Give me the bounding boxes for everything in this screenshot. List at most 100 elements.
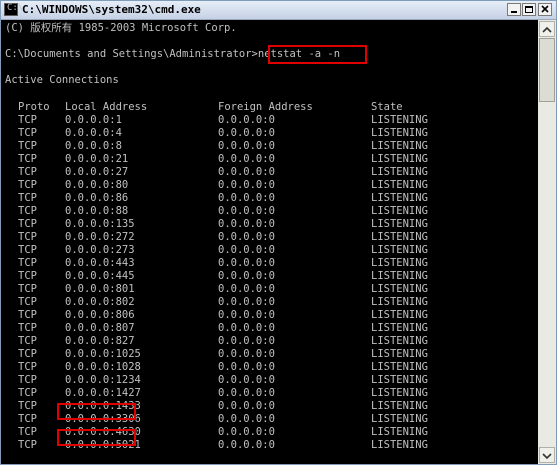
header-foreign-address: Foreign Address <box>218 101 313 113</box>
row-local-address: 0.0.0.0:8 <box>65 140 122 152</box>
row-local-address: 0.0.0.0:1234 <box>65 374 141 386</box>
row-proto: TCP <box>18 153 37 165</box>
row-foreign-address: 0.0.0.0:0 <box>218 231 275 243</box>
row-foreign-address: 0.0.0.0:0 <box>218 257 275 269</box>
row-proto: TCP <box>18 205 37 217</box>
row-local-address: 0.0.0.0:21 <box>65 153 129 165</box>
section-title: Active Connections <box>5 74 119 86</box>
header-state: State <box>371 101 403 113</box>
row-proto: TCP <box>18 244 37 256</box>
row-proto: TCP <box>18 179 37 191</box>
row-state: LISTENING <box>371 374 428 386</box>
row-local-address: 0.0.0.0:135 <box>65 218 135 230</box>
row-foreign-address: 0.0.0.0:0 <box>218 244 275 256</box>
minimize-button[interactable] <box>507 3 521 16</box>
row-foreign-address: 0.0.0.0:0 <box>218 127 275 139</box>
row-local-address: 0.0.0.0:1028 <box>65 361 141 373</box>
row-foreign-address: 0.0.0.0:0 <box>218 283 275 295</box>
row-foreign-address: 0.0.0.0:0 <box>218 361 275 373</box>
row-foreign-address: 0.0.0.0:0 <box>218 335 275 347</box>
row-foreign-address: 0.0.0.0:0 <box>218 296 275 308</box>
row-local-address: 0.0.0.0:806 <box>65 309 135 321</box>
row-local-address: 0.0.0.0:4 <box>65 127 122 139</box>
vertical-scrollbar[interactable] <box>538 20 556 464</box>
scroll-thumb[interactable] <box>539 38 555 102</box>
close-button[interactable] <box>538 3 552 16</box>
row-local-address: 0.0.0.0:807 <box>65 322 135 334</box>
row-foreign-address: 0.0.0.0:0 <box>218 400 275 412</box>
prompt-path: C:\Documents and Settings\Administrator> <box>5 48 258 60</box>
row-foreign-address: 0.0.0.0:0 <box>218 205 275 217</box>
row-state: LISTENING <box>371 127 428 139</box>
row-proto: TCP <box>18 218 37 230</box>
console-output[interactable]: (C) 版权所有 1985-2003 Microsoft Corp. C:\Do… <box>1 20 538 464</box>
row-local-address: 0.0.0.0:443 <box>65 257 135 269</box>
window-title: C:\WINDOWS\system32\cmd.exe <box>22 3 201 16</box>
row-state: LISTENING <box>371 426 428 438</box>
row-state: LISTENING <box>371 179 428 191</box>
row-proto: TCP <box>18 231 37 243</box>
row-state: LISTENING <box>371 322 428 334</box>
row-state: LISTENING <box>371 114 428 126</box>
row-state: LISTENING <box>371 361 428 373</box>
console-app-icon[interactable]: C:\ <box>4 3 23 16</box>
row-local-address: 0.0.0.0:80 <box>65 179 129 191</box>
header-proto: Proto <box>18 101 50 113</box>
row-proto: TCP <box>18 270 37 282</box>
row-foreign-address: 0.0.0.0:0 <box>218 270 275 282</box>
row-proto: TCP <box>18 114 37 126</box>
row-local-address: 0.0.0.0:1025 <box>65 348 141 360</box>
row-foreign-address: 0.0.0.0:0 <box>218 387 275 399</box>
port-1433-highlight-box <box>57 403 136 420</box>
row-proto: TCP <box>18 140 37 152</box>
row-foreign-address: 0.0.0.0:0 <box>218 374 275 386</box>
row-proto: TCP <box>18 283 37 295</box>
maximize-icon <box>525 6 533 13</box>
copyright-line: (C) 版权所有 1985-2003 Microsoft Corp. <box>5 22 237 34</box>
row-state: LISTENING <box>371 283 428 295</box>
row-state: LISTENING <box>371 439 428 451</box>
row-proto: TCP <box>18 309 37 321</box>
row-proto: TCP <box>18 166 37 178</box>
row-foreign-address: 0.0.0.0:0 <box>218 153 275 165</box>
row-foreign-address: 0.0.0.0:0 <box>218 218 275 230</box>
row-proto: TCP <box>18 348 37 360</box>
row-proto: TCP <box>18 192 37 204</box>
row-proto: TCP <box>18 426 37 438</box>
close-icon <box>541 5 549 13</box>
row-foreign-address: 0.0.0.0:0 <box>218 309 275 321</box>
row-proto: TCP <box>18 439 37 451</box>
scroll-down-button[interactable] <box>539 447 555 463</box>
row-proto: TCP <box>18 127 37 139</box>
scroll-down-icon <box>542 453 552 460</box>
port-4630-highlight-box <box>57 429 136 446</box>
row-local-address: 0.0.0.0:272 <box>65 231 135 243</box>
scroll-up-icon <box>542 26 552 33</box>
row-local-address: 0.0.0.0:1427 <box>65 387 141 399</box>
cmd-window: C:\ C:\WINDOWS\system32\cmd.exe (C) 版权所有… <box>0 0 557 465</box>
row-local-address: 0.0.0.0:27 <box>65 166 129 178</box>
row-state: LISTENING <box>371 218 428 230</box>
minimize-icon <box>511 11 517 13</box>
row-foreign-address: 0.0.0.0:0 <box>218 192 275 204</box>
row-state: LISTENING <box>371 205 428 217</box>
row-local-address: 0.0.0.0:86 <box>65 192 129 204</box>
row-state: LISTENING <box>371 244 428 256</box>
scroll-up-button[interactable] <box>539 21 555 37</box>
row-state: LISTENING <box>371 296 428 308</box>
row-state: LISTENING <box>371 309 428 321</box>
row-local-address: 0.0.0.0:801 <box>65 283 135 295</box>
row-state: LISTENING <box>371 387 428 399</box>
row-proto: TCP <box>18 335 37 347</box>
row-proto: TCP <box>18 296 37 308</box>
row-state: LISTENING <box>371 153 428 165</box>
row-state: LISTENING <box>371 270 428 282</box>
row-state: LISTENING <box>371 348 428 360</box>
title-bar[interactable]: C:\ C:\WINDOWS\system32\cmd.exe <box>1 1 556 20</box>
maximize-button[interactable] <box>522 3 536 16</box>
console-app-icon-label: C:\ <box>7 3 24 13</box>
row-proto: TCP <box>18 387 37 399</box>
row-proto: TCP <box>18 257 37 269</box>
row-proto: TCP <box>18 413 37 425</box>
row-proto: TCP <box>18 322 37 334</box>
